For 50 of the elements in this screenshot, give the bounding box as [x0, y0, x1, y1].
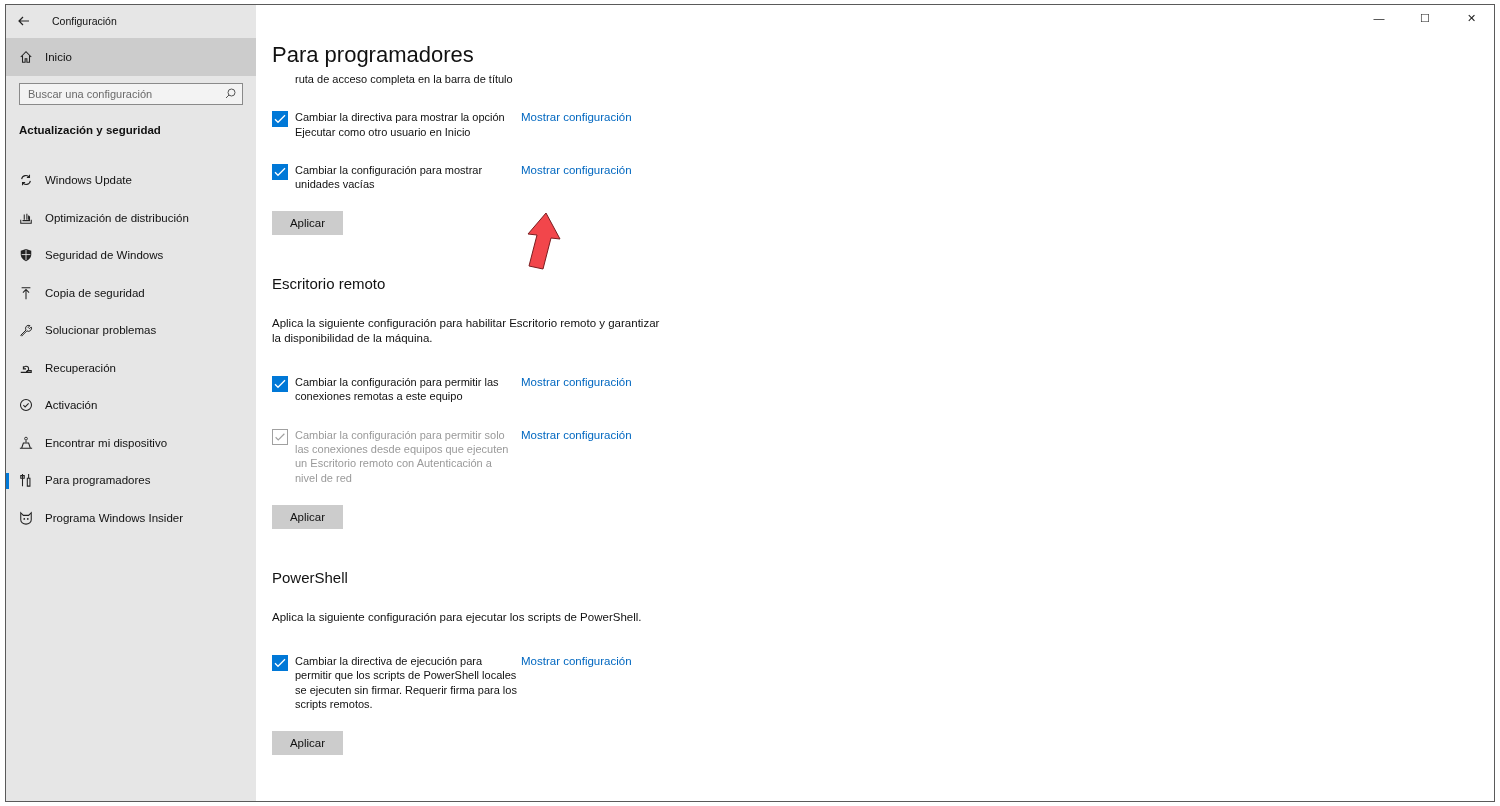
- person-icon: [19, 435, 33, 450]
- refresh-icon: [19, 173, 33, 188]
- sidebar-item[interactable]: Copia de seguridad: [6, 274, 256, 312]
- sidebar-item[interactable]: Seguridad de Windows: [6, 236, 256, 274]
- show-settings-link[interactable]: Mostrar configuración: [521, 162, 632, 178]
- sidebar-item[interactable]: Programa Windows Insider: [6, 499, 256, 537]
- upload-icon: [19, 285, 33, 300]
- back-arrow-icon[interactable]: [18, 15, 30, 26]
- sidebar-item[interactable]: Recuperación: [6, 349, 256, 387]
- option-label: Cambiar la configuración para mostrar unidades vacías: [295, 162, 484, 192]
- sidebar-item[interactable]: Encontrar mi dispositivo: [6, 424, 256, 462]
- category-title: Actualización y seguridad: [19, 123, 162, 136]
- checkbox[interactable]: [272, 111, 288, 128]
- cat-icon: [19, 510, 33, 525]
- apply-button[interactable]: Aplicar: [272, 731, 343, 756]
- option-label: Cambiar la configuración para permitir solo las conexiones desde equipos que ejecuten un Escritorio remoto con Autenticación a nivel de red: [295, 427, 510, 485]
- apply-button[interactable]: Aplicar: [272, 211, 343, 236]
- search-field[interactable]: Buscar una configuración: [19, 82, 243, 105]
- section-description: Aplica la siguiente configuración para habilitar Escritorio remoto y garantizar la disponibilidad de la máquina.: [272, 316, 661, 346]
- section-description: Aplica la siguiente configuración para ejecutar los scripts de PowerShell.: [272, 609, 643, 625]
- option-label: ruta de acceso completa en la barra de título: [295, 72, 514, 87]
- checkbox[interactable]: [272, 376, 288, 393]
- sidebar-item[interactable]: Activación: [6, 386, 256, 424]
- sidebar-item[interactable]: Windows Update: [6, 161, 256, 199]
- option-label: Cambiar la directiva de ejecución para permitir que los scripts de PowerShell locales se ejecuten sin firmar. Requerir firma para los scripts remotos.: [295, 654, 517, 712]
- checkbox[interactable]: [272, 163, 288, 180]
- check-circle-icon: [19, 398, 33, 413]
- tools-icon: [19, 473, 33, 488]
- show-settings-link[interactable]: Mostrar configuración: [521, 654, 632, 669]
- shield-icon: [19, 248, 33, 263]
- search-icon: [225, 88, 236, 99]
- home-icon: [19, 49, 33, 64]
- show-settings-link[interactable]: Mostrar configuración: [521, 375, 632, 390]
- sidebar-item[interactable]: Para programadores: [6, 461, 256, 499]
- sidebar-item[interactable]: Solucionar problemas: [6, 311, 256, 349]
- option-label: Cambiar la configuración para permitir las conexiones remotas a este equipo: [295, 375, 500, 404]
- window-title: Configuración: [52, 14, 117, 27]
- section-heading: PowerShell: [272, 568, 349, 586]
- close-button[interactable]: ✕: [1448, 5, 1494, 31]
- wrench-icon: [19, 323, 33, 338]
- page-title: Para programadores: [272, 42, 474, 68]
- option-label: Cambiar la directiva para mostrar la opción Ejecutar como otro usuario en Inicio: [295, 110, 506, 139]
- sidebar-item[interactable]: Inicio: [6, 38, 256, 76]
- minimize-button[interactable]: —: [1356, 5, 1402, 31]
- maximize-button[interactable]: ☐: [1402, 5, 1448, 31]
- sidebar-item[interactable]: Optimización de distribución: [6, 199, 256, 237]
- checkbox[interactable]: [272, 655, 288, 672]
- apply-button[interactable]: Aplicar: [272, 504, 343, 529]
- section-heading: Escritorio remoto: [272, 275, 387, 293]
- show-settings-link[interactable]: Mostrar configuración: [521, 110, 632, 125]
